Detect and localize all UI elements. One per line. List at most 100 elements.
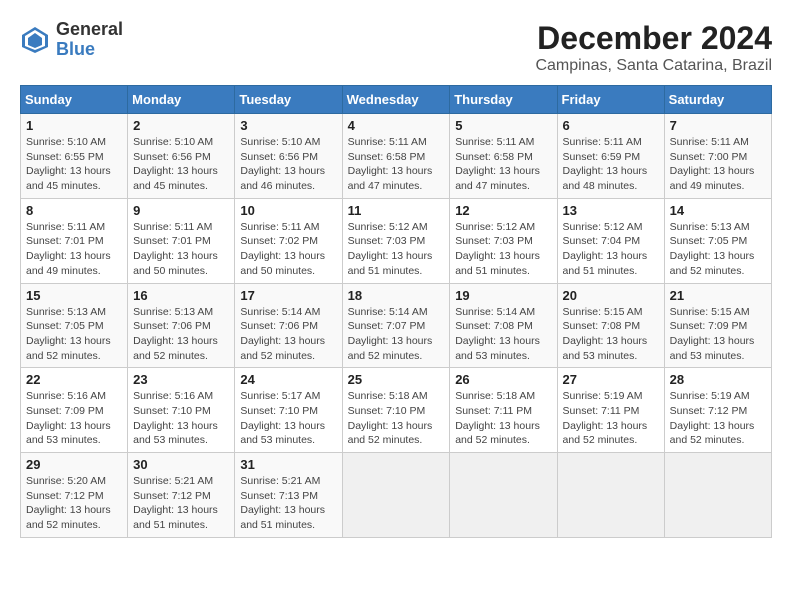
calendar-title: December 2024	[535, 20, 772, 57]
day-info: Sunrise: 5:14 AMSunset: 7:07 PMDaylight:…	[348, 305, 445, 364]
day-number: 7	[670, 118, 766, 133]
day-info: Sunrise: 5:11 AMSunset: 6:59 PMDaylight:…	[563, 135, 659, 194]
day-number: 27	[563, 372, 659, 387]
day-info: Sunrise: 5:18 AMSunset: 7:10 PMDaylight:…	[348, 389, 445, 448]
day-number: 22	[26, 372, 122, 387]
day-number: 2	[133, 118, 229, 133]
day-number: 19	[455, 288, 551, 303]
day-cell: 3 Sunrise: 5:10 AMSunset: 6:56 PMDaylight…	[235, 114, 342, 199]
day-info: Sunrise: 5:11 AMSunset: 7:01 PMDaylight:…	[26, 220, 122, 279]
header-cell-thursday: Thursday	[450, 86, 557, 114]
day-cell	[450, 453, 557, 538]
logo-text: General Blue	[56, 20, 123, 60]
day-info: Sunrise: 5:12 AMSunset: 7:03 PMDaylight:…	[455, 220, 551, 279]
day-cell: 25 Sunrise: 5:18 AMSunset: 7:10 PMDayligh…	[342, 368, 450, 453]
day-number: 5	[455, 118, 551, 133]
day-cell: 2Sunrise: 5:10 AMSunset: 6:56 PMDaylight…	[128, 114, 235, 199]
day-cell: 11 Sunrise: 5:12 AMSunset: 7:03 PMDayligh…	[342, 198, 450, 283]
day-number: 9	[133, 203, 229, 218]
day-info: Sunrise: 5:13 AMSunset: 7:06 PMDaylight:…	[133, 305, 229, 364]
day-cell: 5Sunrise: 5:11 AMSunset: 6:58 PMDaylight…	[450, 114, 557, 199]
day-info: Sunrise: 5:10 AMSunset: 6:55 PMDaylight:…	[26, 135, 122, 194]
day-number: 18	[348, 288, 445, 303]
day-number: 23	[133, 372, 229, 387]
day-number: 20	[563, 288, 659, 303]
day-cell: 19 Sunrise: 5:14 AMSunset: 7:08 PMDayligh…	[450, 283, 557, 368]
header-cell-wednesday: Wednesday	[342, 86, 450, 114]
day-cell	[664, 453, 771, 538]
header-cell-monday: Monday	[128, 86, 235, 114]
day-cell: 23 Sunrise: 5:16 AMSunset: 7:10 PMDayligh…	[128, 368, 235, 453]
day-number: 25	[348, 372, 445, 387]
header-cell-tuesday: Tuesday	[235, 86, 342, 114]
day-number: 28	[670, 372, 766, 387]
day-cell: 6Sunrise: 5:11 AMSunset: 6:59 PMDaylight…	[557, 114, 664, 199]
week-row-1: 1 Sunrise: 5:10 AMSunset: 6:55 PMDaylight…	[21, 114, 772, 199]
calendar-table: SundayMondayTuesdayWednesdayThursdayFrid…	[20, 85, 772, 538]
day-cell: 22 Sunrise: 5:16 AMSunset: 7:09 PMDayligh…	[21, 368, 128, 453]
day-number: 31	[240, 457, 336, 472]
day-cell: 13Sunrise: 5:12 AMSunset: 7:04 PMDayligh…	[557, 198, 664, 283]
day-number: 16	[133, 288, 229, 303]
logo: General Blue	[20, 20, 123, 60]
day-cell	[342, 453, 450, 538]
header-cell-friday: Friday	[557, 86, 664, 114]
day-number: 10	[240, 203, 336, 218]
page-header: General Blue December 2024 Campinas, San…	[20, 20, 772, 75]
day-info: Sunrise: 5:14 AMSunset: 7:06 PMDaylight:…	[240, 305, 336, 364]
day-info: Sunrise: 5:13 AMSunset: 7:05 PMDaylight:…	[26, 305, 122, 364]
logo-icon	[20, 25, 50, 55]
day-cell: 12 Sunrise: 5:12 AMSunset: 7:03 PMDayligh…	[450, 198, 557, 283]
week-row-5: 29Sunrise: 5:20 AMSunset: 7:12 PMDayligh…	[21, 453, 772, 538]
day-cell	[557, 453, 664, 538]
day-number: 24	[240, 372, 336, 387]
day-cell: 15 Sunrise: 5:13 AMSunset: 7:05 PMDayligh…	[21, 283, 128, 368]
day-info: Sunrise: 5:13 AMSunset: 7:05 PMDaylight:…	[670, 220, 766, 279]
day-info: Sunrise: 5:11 AMSunset: 6:58 PMDaylight:…	[348, 135, 445, 194]
day-cell: 31 Sunrise: 5:21 AMSunset: 7:13 PMDayligh…	[235, 453, 342, 538]
logo-line2: Blue	[56, 40, 123, 60]
day-number: 3	[240, 118, 336, 133]
day-number: 12	[455, 203, 551, 218]
day-cell: 30 Sunrise: 5:21 AMSunset: 7:12 PMDayligh…	[128, 453, 235, 538]
day-number: 26	[455, 372, 551, 387]
day-info: Sunrise: 5:14 AMSunset: 7:08 PMDaylight:…	[455, 305, 551, 364]
day-number: 1	[26, 118, 122, 133]
day-cell: 1 Sunrise: 5:10 AMSunset: 6:55 PMDaylight…	[21, 114, 128, 199]
day-info: Sunrise: 5:16 AMSunset: 7:10 PMDaylight:…	[133, 389, 229, 448]
logo-line1: General	[56, 20, 123, 40]
day-cell: 21 Sunrise: 5:15 AMSunset: 7:09 PMDayligh…	[664, 283, 771, 368]
week-row-3: 15 Sunrise: 5:13 AMSunset: 7:05 PMDayligh…	[21, 283, 772, 368]
day-info: Sunrise: 5:21 AMSunset: 7:13 PMDaylight:…	[240, 474, 336, 533]
day-cell: 18 Sunrise: 5:14 AMSunset: 7:07 PMDayligh…	[342, 283, 450, 368]
day-info: Sunrise: 5:21 AMSunset: 7:12 PMDaylight:…	[133, 474, 229, 533]
day-info: Sunrise: 5:18 AMSunset: 7:11 PMDaylight:…	[455, 389, 551, 448]
day-cell: 17Sunrise: 5:14 AMSunset: 7:06 PMDayligh…	[235, 283, 342, 368]
day-number: 14	[670, 203, 766, 218]
week-row-4: 22 Sunrise: 5:16 AMSunset: 7:09 PMDayligh…	[21, 368, 772, 453]
day-cell: 9 Sunrise: 5:11 AMSunset: 7:01 PMDaylight…	[128, 198, 235, 283]
day-cell: 14 Sunrise: 5:13 AMSunset: 7:05 PMDayligh…	[664, 198, 771, 283]
title-block: December 2024 Campinas, Santa Catarina, …	[535, 20, 772, 75]
day-info: Sunrise: 5:11 AMSunset: 7:01 PMDaylight:…	[133, 220, 229, 279]
day-info: Sunrise: 5:17 AMSunset: 7:10 PMDaylight:…	[240, 389, 336, 448]
day-number: 13	[563, 203, 659, 218]
day-info: Sunrise: 5:19 AMSunset: 7:11 PMDaylight:…	[563, 389, 659, 448]
header-row: SundayMondayTuesdayWednesdayThursdayFrid…	[21, 86, 772, 114]
day-info: Sunrise: 5:16 AMSunset: 7:09 PMDaylight:…	[26, 389, 122, 448]
day-number: 15	[26, 288, 122, 303]
day-info: Sunrise: 5:15 AMSunset: 7:09 PMDaylight:…	[670, 305, 766, 364]
day-info: Sunrise: 5:15 AMSunset: 7:08 PMDaylight:…	[563, 305, 659, 364]
day-info: Sunrise: 5:12 AMSunset: 7:03 PMDaylight:…	[348, 220, 445, 279]
day-number: 8	[26, 203, 122, 218]
header-cell-sunday: Sunday	[21, 86, 128, 114]
day-number: 30	[133, 457, 229, 472]
day-info: Sunrise: 5:19 AMSunset: 7:12 PMDaylight:…	[670, 389, 766, 448]
day-info: Sunrise: 5:11 AMSunset: 7:00 PMDaylight:…	[670, 135, 766, 194]
day-cell: 27 Sunrise: 5:19 AMSunset: 7:11 PMDayligh…	[557, 368, 664, 453]
day-cell: 4Sunrise: 5:11 AMSunset: 6:58 PMDaylight…	[342, 114, 450, 199]
day-number: 21	[670, 288, 766, 303]
day-info: Sunrise: 5:10 AMSunset: 6:56 PMDaylight:…	[240, 135, 336, 194]
header-cell-saturday: Saturday	[664, 86, 771, 114]
day-number: 11	[348, 203, 445, 218]
